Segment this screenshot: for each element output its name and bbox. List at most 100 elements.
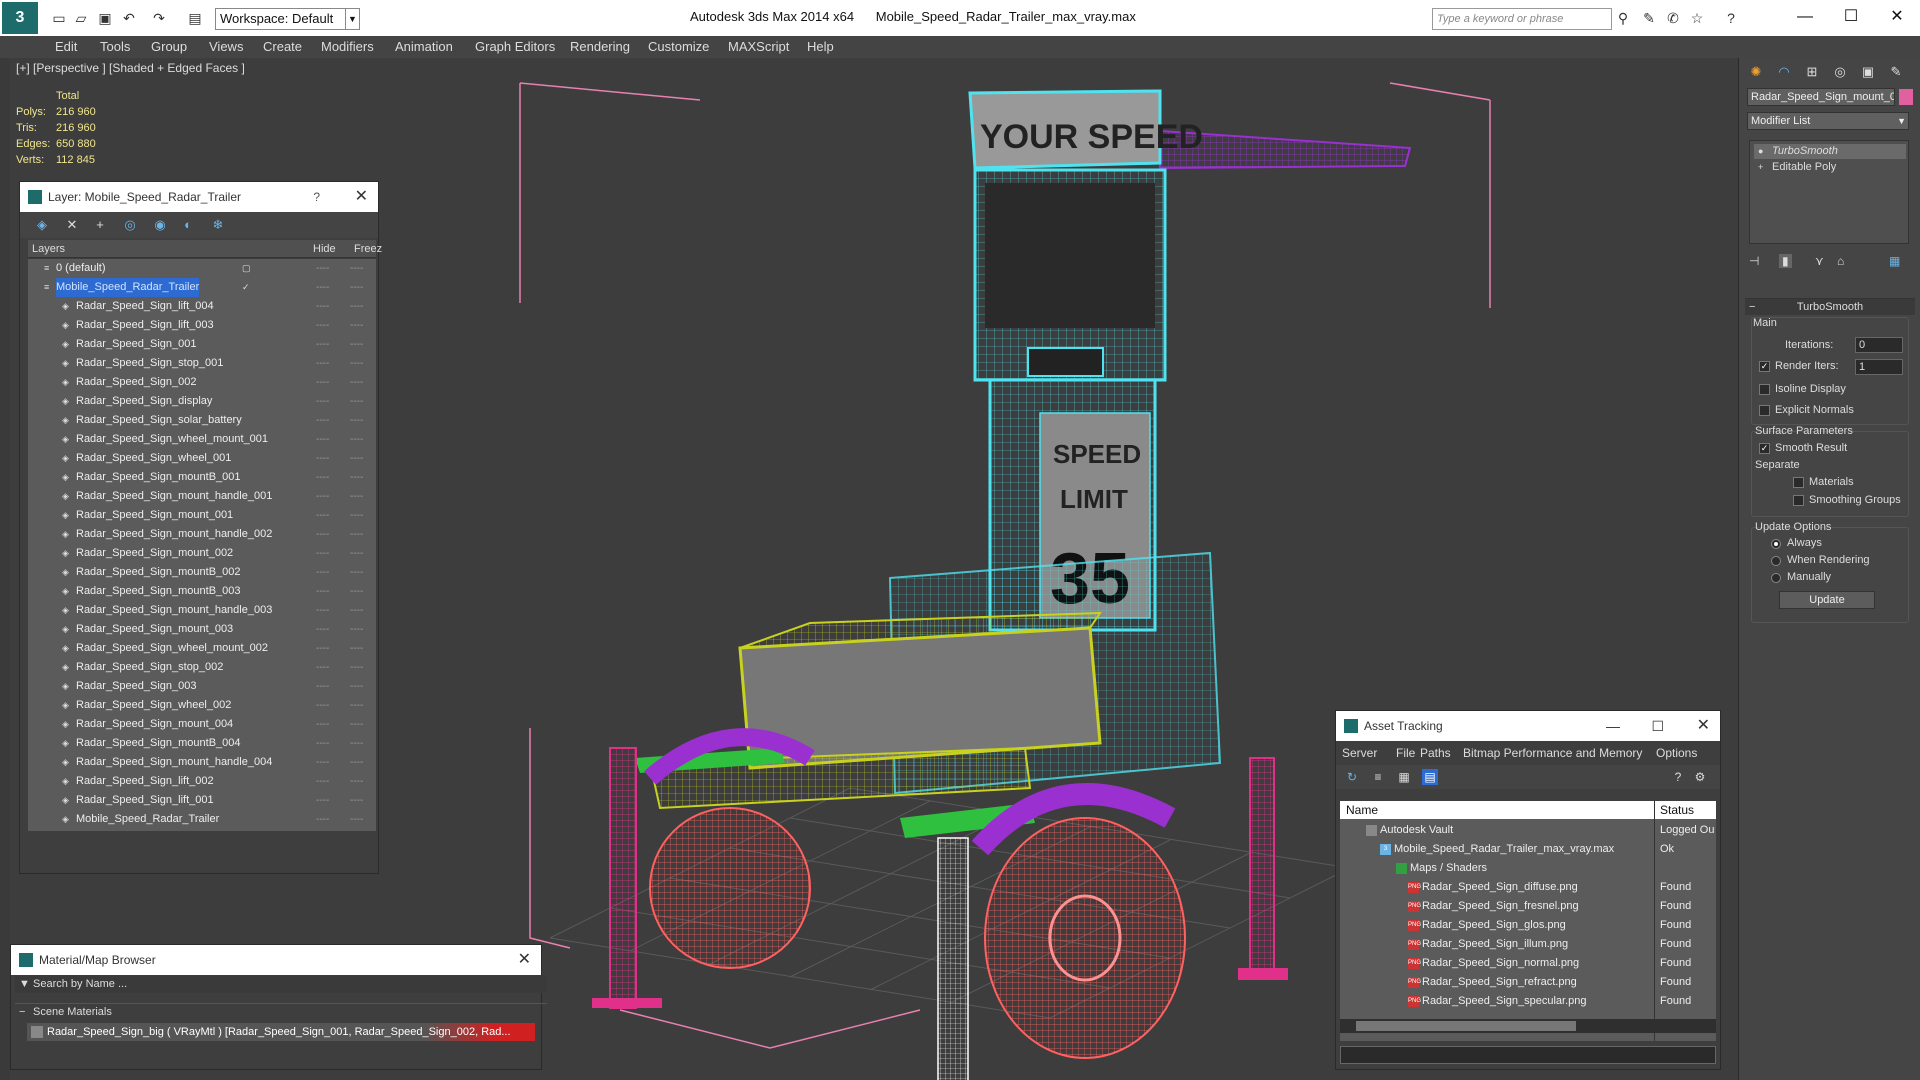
hide-toggle[interactable]: ---- (316, 563, 330, 582)
at-menu-bitmap[interactable]: Bitmap Performance and Memory (1463, 746, 1642, 760)
configure-sets-icon[interactable]: ▦ (1889, 254, 1900, 268)
freeze-toggle[interactable]: ---- (350, 639, 364, 658)
layer-row[interactable]: ◈ Radar_Speed_Sign_stop_002 ---- ---- (28, 658, 376, 677)
hide-toggle[interactable]: ---- (316, 468, 330, 487)
freeze-toggle[interactable]: ---- (350, 677, 364, 696)
display-tab-icon[interactable]: ▣ (1859, 63, 1877, 81)
help-icon[interactable]: ? (1722, 9, 1740, 27)
layer-row[interactable]: ◈ Radar_Speed_Sign_mount_003 ---- ---- (28, 620, 376, 639)
smooth-result-checkbox[interactable]: ✓ (1759, 443, 1770, 454)
menu-maxscript[interactable]: MAXScript (728, 39, 789, 54)
collapse-icon[interactable]: − (19, 1004, 25, 1020)
col-status[interactable]: Status (1660, 801, 1694, 819)
open-file-icon[interactable]: ▱ (72, 9, 90, 27)
explicit-normals-checkbox[interactable] (1759, 405, 1770, 416)
redo-icon[interactable]: ↷ (150, 9, 168, 27)
freeze-toggle[interactable]: ---- (350, 753, 364, 772)
freeze-all-icon[interactable]: ❄ (210, 217, 226, 233)
freeze-toggle[interactable]: ---- (350, 297, 364, 316)
minimize-button[interactable]: — (1606, 711, 1620, 741)
iterations-spinner[interactable]: 0 (1855, 337, 1903, 353)
layer-row[interactable]: ◈ Radar_Speed_Sign_lift_001 ---- ---- (28, 791, 376, 810)
search-input[interactable]: Type a keyword or phrase (1432, 8, 1612, 30)
hold-icon[interactable]: ▤ (186, 9, 204, 27)
material-search-input[interactable]: ▼ Search by Name ... (15, 975, 547, 993)
freeze-toggle[interactable]: ---- (350, 487, 364, 506)
asset-row[interactable]: Maps / Shaders (1340, 859, 1716, 878)
table-view-icon[interactable]: ▤ (1422, 769, 1438, 785)
menu-graph-editors[interactable]: Graph Editors (475, 39, 555, 54)
add-to-layer-icon[interactable]: + (92, 217, 108, 233)
isoline-display-checkbox[interactable] (1759, 384, 1770, 395)
asset-tracking-titlebar[interactable]: Asset Tracking — ☐ ✕ (1336, 711, 1720, 741)
hide-toggle[interactable]: ---- (316, 354, 330, 373)
pin-stack-icon[interactable]: ⊣ (1749, 254, 1759, 268)
menu-views[interactable]: Views (209, 39, 243, 54)
materials-checkbox[interactable] (1793, 477, 1804, 488)
freeze-toggle[interactable]: ---- (350, 658, 364, 677)
smoothing-groups-checkbox[interactable] (1793, 495, 1804, 506)
hide-all-icon[interactable]: ◐ (180, 217, 196, 233)
asset-row[interactable]: PNG Radar_Speed_Sign_fresnel.png Found (1340, 897, 1716, 916)
close-icon[interactable]: ✕ (1697, 711, 1710, 741)
scene-materials-category[interactable]: − Scene Materials (15, 1003, 547, 1019)
asset-row[interactable]: PNG Radar_Speed_Sign_normal.png Found (1340, 954, 1716, 973)
freeze-toggle[interactable]: ---- (350, 582, 364, 601)
layer-row[interactable]: ◈ Radar_Speed_Sign_mountB_001 ---- ---- (28, 468, 376, 487)
freeze-toggle[interactable]: ---- (350, 772, 364, 791)
freeze-toggle[interactable]: ---- (350, 620, 364, 639)
maximize-button[interactable]: ☐ (1651, 711, 1664, 741)
highlight-layer-icon[interactable]: ◉ (152, 217, 168, 233)
create-layer-icon[interactable]: ◈ (34, 217, 50, 233)
hide-toggle[interactable]: ---- (316, 373, 330, 392)
delete-layer-icon[interactable]: ✕ (64, 217, 80, 233)
hide-toggle[interactable]: ---- (316, 658, 330, 677)
hierarchy-tab-icon[interactable]: ⊞ (1803, 63, 1821, 81)
new-file-icon[interactable]: ▭ (50, 9, 68, 27)
menu-arrow-icon[interactable]: ▼ (19, 975, 30, 993)
freeze-toggle[interactable]: ---- (350, 715, 364, 734)
freeze-toggle[interactable]: ---- (350, 810, 364, 829)
layer-panel-titlebar[interactable]: Layer: Mobile_Speed_Radar_Trailer ? ✕ (20, 182, 378, 212)
layer-row[interactable]: ◈ Radar_Speed_Sign_mountB_003 ---- ---- (28, 582, 376, 601)
detail-view-icon[interactable]: ▦ (1396, 769, 1412, 785)
layer-row[interactable]: ◈ Radar_Speed_Sign_wheel_001 ---- ---- (28, 449, 376, 468)
modifier-stack[interactable]: ● TurboSmooth + Editable Poly (1749, 140, 1909, 244)
app-logo-icon[interactable]: 3 (2, 2, 38, 34)
help-button[interactable]: ? (313, 182, 320, 212)
menu-modifiers[interactable]: Modifiers (321, 39, 374, 54)
set-current-icon[interactable]: ▢ (242, 263, 252, 273)
layer-row[interactable]: ◈ Radar_Speed_Sign_mount_handle_004 ---- --… (28, 753, 376, 772)
menu-help[interactable]: Help (807, 39, 834, 54)
layer-row[interactable]: ◈ Radar_Speed_Sign_mountB_002 ---- ---- (28, 563, 376, 582)
layer-row[interactable]: ◈ Radar_Speed_Sign_solar_battery ---- ---- (28, 411, 376, 430)
render-iters-checkbox[interactable]: ✓ (1759, 361, 1770, 372)
hide-toggle[interactable]: ---- (316, 620, 330, 639)
freeze-toggle[interactable]: ---- (350, 354, 364, 373)
freeze-toggle[interactable]: ---- (350, 335, 364, 354)
freeze-toggle[interactable]: ---- (350, 734, 364, 753)
freeze-toggle[interactable]: ---- (350, 525, 364, 544)
freeze-toggle[interactable]: ---- (350, 468, 364, 487)
make-unique-icon[interactable]: ⋎ (1815, 254, 1824, 268)
expand-icon[interactable]: + (1758, 160, 1763, 175)
menu-edit[interactable]: Edit (55, 39, 77, 54)
hide-toggle[interactable]: ---- (316, 772, 330, 791)
col-name[interactable]: Name (1346, 801, 1378, 819)
layer-row[interactable]: ◈ Radar_Speed_Sign_lift_004 ---- ---- (28, 297, 376, 316)
layer-list[interactable]: ≡ 0 (default) ▢ ---- ---- ≡ Mobile_Speed_Radar… (28, 259, 376, 831)
layer-row[interactable]: ◈ Radar_Speed_Sign_mountB_004 ---- ---- (28, 734, 376, 753)
at-menu-options[interactable]: Options (1656, 746, 1697, 760)
col-hide[interactable]: Hide (313, 240, 336, 258)
layer-row[interactable]: ◈ Radar_Speed_Sign_lift_003 ---- ---- (28, 316, 376, 335)
motion-tab-icon[interactable]: ◎ (1831, 63, 1849, 81)
menu-rendering[interactable]: Rendering (570, 39, 630, 54)
freeze-toggle[interactable]: ---- (350, 392, 364, 411)
layer-row[interactable]: ◈ Radar_Speed_Sign_mount_handle_002 ---- --… (28, 525, 376, 544)
freeze-toggle[interactable]: ---- (350, 544, 364, 563)
hide-toggle[interactable]: ---- (316, 297, 330, 316)
undo-icon[interactable]: ↶ (120, 9, 138, 27)
hide-toggle[interactable]: ---- (316, 544, 330, 563)
stack-item-editable-poly[interactable]: + Editable Poly (1754, 160, 1906, 175)
at-menu-paths[interactable]: Paths (1420, 746, 1451, 760)
